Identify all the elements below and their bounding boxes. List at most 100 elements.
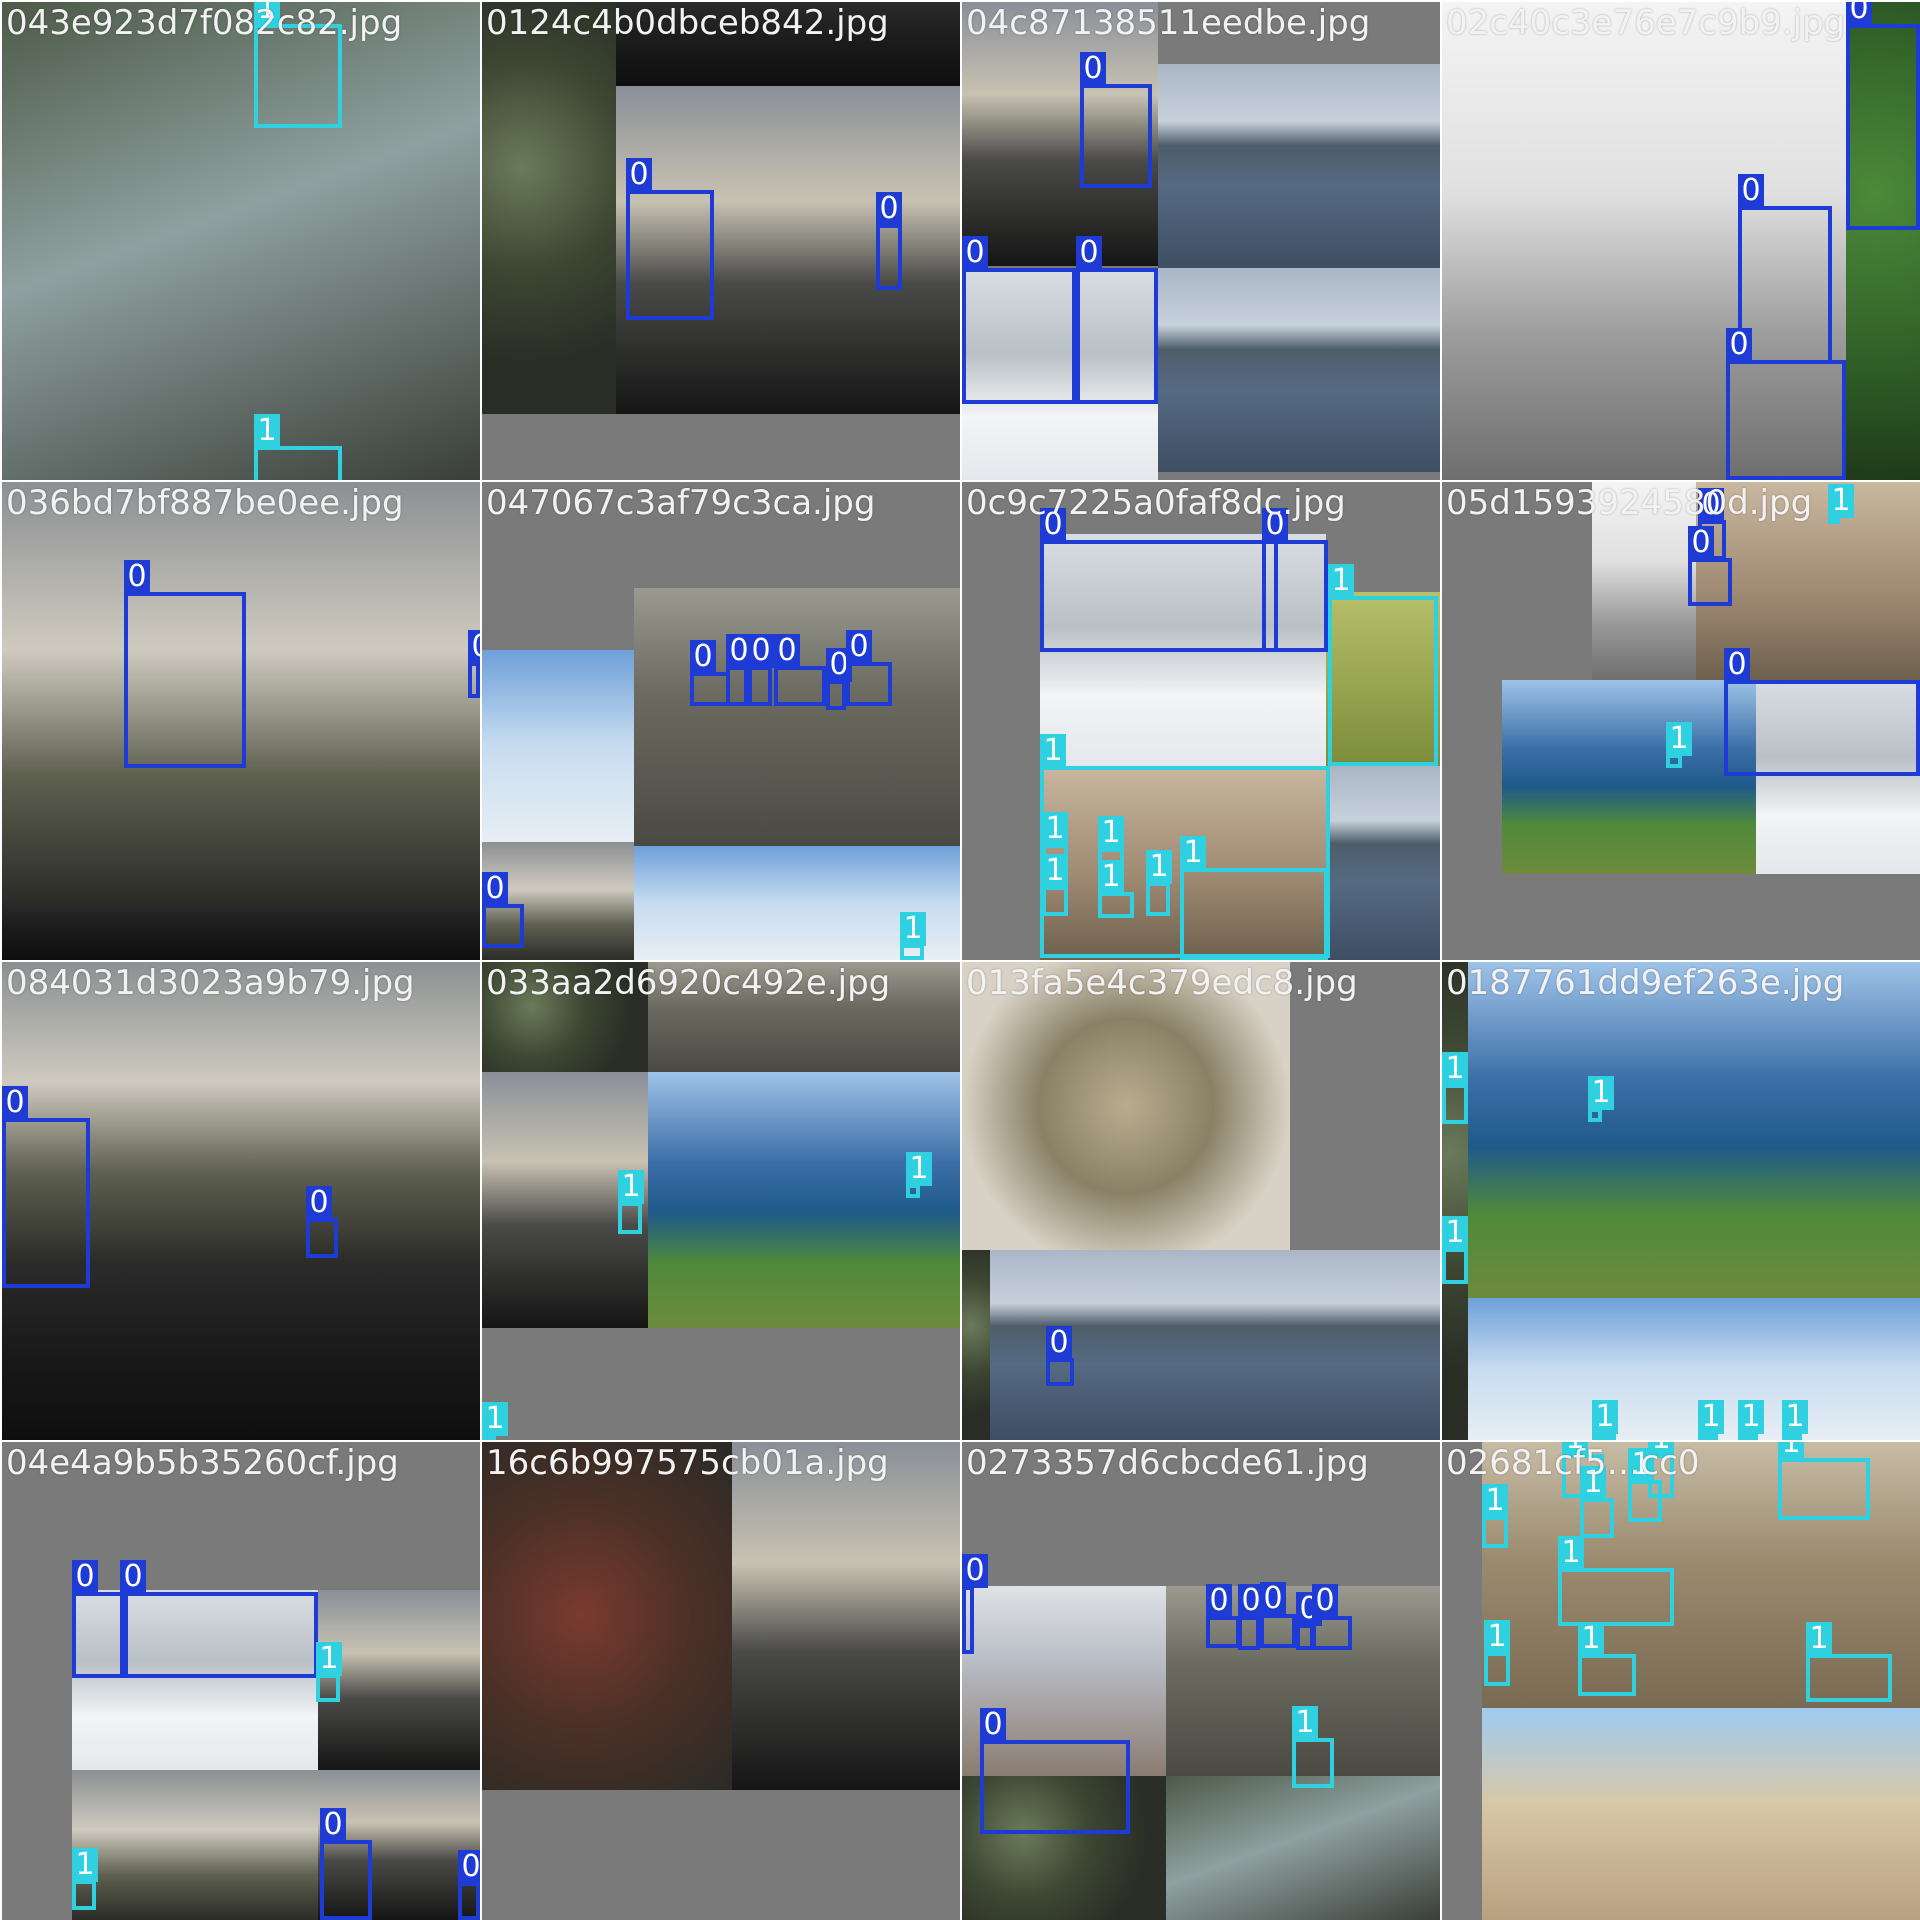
tile-filename: 0187761dd9ef263e.jpg xyxy=(1446,963,1845,1003)
detection-box: 1 xyxy=(1292,1706,1334,1788)
class-label: 0 xyxy=(1726,328,1752,362)
tile-filename: 0124c4b0dbceb842.jpg xyxy=(486,3,889,43)
photo xyxy=(482,650,634,842)
mosaic-tile: 036bd7bf887be0ee.jpg 0 0 xyxy=(2,482,480,960)
class-label: 1 xyxy=(1146,850,1172,884)
class-label: 1 xyxy=(1588,1076,1614,1110)
tile-filename: 05d1593924580d.jpg xyxy=(1446,483,1813,523)
tile-filename: 033aa2d6920c492e.jpg xyxy=(486,963,891,1003)
detection-box: 1 xyxy=(1778,1442,1870,1520)
class-label: 1 xyxy=(1180,836,1206,870)
mosaic-tile: 02681cf5…cc0 1 1 1 1 1 1 1 1 1 1 xyxy=(1442,1442,1920,1920)
detection-box: 0 xyxy=(468,630,480,698)
class-label: 1 xyxy=(1040,734,1066,768)
detection-box: 0 xyxy=(1738,174,1832,364)
detection-box: 1 xyxy=(618,1170,644,1234)
class-label: 0 xyxy=(1846,2,1872,26)
class-label: 1 xyxy=(1042,812,1068,846)
class-label: 1 xyxy=(906,1152,932,1186)
tile-filename: 16c6b997575cb01a.jpg xyxy=(486,1443,889,1483)
photo xyxy=(634,588,960,846)
class-label: 0 xyxy=(962,1554,988,1588)
detection-box: 1 xyxy=(1442,1216,1468,1284)
class-label: 0 xyxy=(846,630,872,664)
tile-filename: 036bd7bf887be0ee.jpg xyxy=(6,483,404,523)
mosaic-tile: 04e4a9b5b35260cf.jpg 0 0 1 1 0 0 xyxy=(2,1442,480,1920)
photo xyxy=(1482,1708,1920,1920)
detection-box: 1 xyxy=(1042,854,1068,916)
class-label: 0 xyxy=(1688,526,1714,560)
photo xyxy=(1468,962,1920,1298)
detection-box: 0 xyxy=(626,158,714,320)
detection-box: 1 xyxy=(482,1402,508,1440)
class-label: 0 xyxy=(980,1708,1006,1742)
photo xyxy=(72,1770,318,1920)
class-label: 1 xyxy=(1098,816,1124,850)
class-label: 1 xyxy=(254,414,280,448)
class-label: 1 xyxy=(482,1402,508,1436)
detection-box: 0 xyxy=(1726,328,1846,480)
class-label: 0 xyxy=(626,158,652,192)
class-label: 0 xyxy=(690,640,716,674)
photo xyxy=(482,2,616,414)
detection-box: 0 xyxy=(1040,508,1278,652)
photo xyxy=(2,2,480,480)
class-label: 0 xyxy=(124,560,150,594)
detection-box: 0 xyxy=(1312,1584,1352,1650)
detection-box: 0 xyxy=(1724,648,1920,776)
class-label: 1 xyxy=(1042,854,1068,888)
detection-box: 0 xyxy=(124,560,246,768)
mosaic-tile: 16c6b997575cb01a.jpg xyxy=(482,1442,960,1920)
class-label: 1 xyxy=(1328,564,1354,598)
detection-box: 0 xyxy=(1080,52,1152,188)
mosaic-tile: 013fa5e4c379edc8.jpg 0 xyxy=(962,962,1440,1440)
detection-box: 0 xyxy=(774,634,826,706)
mosaic-tile: 02c40c3e76e7c9b9.jpg 0 0 0 xyxy=(1442,2,1920,480)
class-label: 1 xyxy=(1738,1400,1764,1434)
mosaic-tile: 043e923d7f082c82.jpg 1 1 xyxy=(2,2,480,480)
class-label: 0 xyxy=(748,634,774,668)
detection-box: 0 xyxy=(690,640,730,706)
detection-box: 1 xyxy=(1580,1466,1614,1538)
detection-box: 0 xyxy=(748,634,774,706)
tile-filename: 02681cf5…cc0 xyxy=(1446,1443,1700,1483)
photo xyxy=(1502,680,1756,874)
detection-box: 1 xyxy=(1146,850,1172,916)
tile-filename: 04c87138511eedbe.jpg xyxy=(966,3,1371,43)
photo xyxy=(318,1590,480,1770)
detection-box: 1 xyxy=(1592,1400,1618,1440)
tile-filename: 0273357d6cbcde61.jpg xyxy=(966,1443,1369,1483)
photo xyxy=(1158,268,1440,472)
detection-box: 1 xyxy=(1098,860,1134,918)
class-label: 0 xyxy=(72,1560,98,1594)
class-label: 0 xyxy=(1312,1584,1338,1618)
mosaic-tile: 0124c4b0dbceb842.jpg 0 0 xyxy=(482,2,960,480)
class-label: 1 xyxy=(900,912,926,946)
tile-filename: 04e4a9b5b35260cf.jpg xyxy=(6,1443,399,1483)
detection-box: 0 xyxy=(726,634,752,706)
photo xyxy=(2,1262,480,1440)
detection-box: 0 xyxy=(1260,1582,1296,1648)
class-label: 1 xyxy=(1578,1622,1604,1656)
tile-filename: 084031d3023a9b79.jpg xyxy=(6,963,415,1003)
class-label: 0 xyxy=(962,236,988,270)
detection-box: 1 xyxy=(1180,836,1328,960)
detection-box: 1 xyxy=(1482,1484,1508,1548)
tile-filename: 043e923d7f082c82.jpg xyxy=(6,3,403,43)
detection-box: 0 xyxy=(826,648,852,710)
detection-box: 1 xyxy=(316,1642,342,1702)
class-label: 1 xyxy=(1698,1400,1724,1434)
photo xyxy=(732,1442,960,1790)
photo xyxy=(648,1072,960,1328)
class-label: 0 xyxy=(1046,1326,1072,1360)
class-label: 0 xyxy=(2,1086,28,1120)
detection-box: 0 xyxy=(1046,1326,1074,1386)
mosaic-tile: 0c9c7225a0faf8dc.jpg 0 0 1 1 1 1 1 1 1 1 xyxy=(962,482,1440,960)
mosaic-tile: 047067c3af79c3ca.jpg 0 0 0 0 0 0 0 1 xyxy=(482,482,960,960)
detection-box: 0 xyxy=(1206,1584,1240,1648)
class-label: 1 xyxy=(618,1170,644,1204)
class-label: 1 xyxy=(1292,1706,1318,1740)
detection-box: 1 xyxy=(1828,484,1854,524)
class-label: 1 xyxy=(1666,722,1692,756)
class-label: 0 xyxy=(774,634,800,668)
